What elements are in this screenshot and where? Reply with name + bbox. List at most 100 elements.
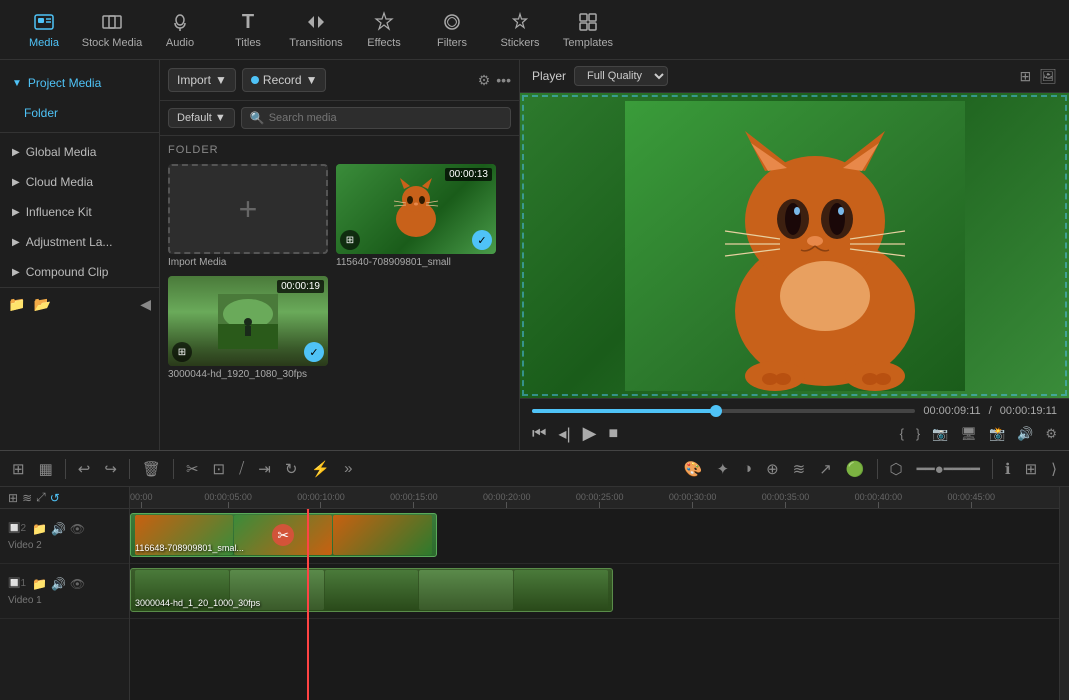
import-folder-button[interactable]: 📂 [33, 296, 50, 313]
track2-eye-icon[interactable]: 👁 [70, 522, 85, 536]
ai-tools-button[interactable]: ✦ [712, 458, 733, 480]
toolbar-stock-media[interactable]: Stock Media [78, 2, 146, 57]
sidebar-item-compound-clip[interactable]: ▶ Compound Clip [0, 257, 159, 287]
toolbar-transitions[interactable]: Transitions [282, 2, 350, 57]
toolbar-media[interactable]: Media [10, 2, 78, 57]
toolbar-stickers[interactable]: Stickers [486, 2, 554, 57]
speed-button[interactable]: ⚡ [307, 458, 334, 480]
import-media-thumb[interactable]: + [168, 164, 328, 254]
frame-back-button[interactable]: ◂| [558, 424, 570, 444]
monitor-icon[interactable]: 🖥 [960, 426, 977, 442]
track-icon-3[interactable]: ⤢ [36, 490, 46, 505]
toolbar-effects[interactable]: Effects [350, 2, 418, 57]
color-button[interactable]: 🎨 [680, 458, 707, 480]
skip-back-button[interactable]: ⏮ [532, 425, 546, 443]
mark-out-button[interactable]: } [916, 426, 920, 441]
media-panel: Import ▼ Record ▼ ⚙ ••• Default ▼ 🔍 [160, 60, 520, 450]
mask-button[interactable]: ◑ [739, 458, 756, 479]
track-icon-1[interactable]: ⊞ [8, 491, 18, 505]
info-button[interactable]: ℹ [1001, 458, 1015, 480]
camera-icon[interactable]: 📷 [932, 426, 948, 442]
sidebar-item-cloud-media[interactable]: ▶ Cloud Media [0, 167, 159, 197]
snapshot-icon[interactable]: 📸 [989, 426, 1005, 442]
playback-right-controls: { } 📷 🖥 📸 🔊 ⚙ [900, 426, 1057, 442]
audio-icon [168, 10, 192, 34]
default-sort-button[interactable]: Default ▼ [168, 108, 235, 128]
auto-scroll-icon[interactable]: ↺ [50, 491, 60, 505]
more-icon[interactable]: ••• [496, 72, 511, 89]
toolbar-titles[interactable]: T Titles [214, 2, 282, 57]
toolbar-audio[interactable]: Audio [146, 2, 214, 57]
new-folder-button[interactable]: 📁 [8, 296, 25, 313]
sidebar-item-influence-kit[interactable]: ▶ Influence Kit [0, 197, 159, 227]
track-icon-2[interactable]: ≋ [22, 491, 32, 505]
clip-outdoor-video[interactable]: 3000044-hd_1_20_1000_30fps [130, 568, 613, 612]
sidebar-item-global-media[interactable]: ▶ Global Media [0, 137, 159, 167]
filter-icon[interactable]: ⚙ [478, 72, 491, 89]
track1-folder-icon[interactable]: 📁 [32, 577, 47, 591]
ruler-tick-3 [413, 502, 414, 508]
ripple-button[interactable]: ⇥ [254, 458, 275, 480]
ruler-mark-8: 00:00:40:00 [855, 492, 903, 508]
timeline-grid-icon[interactable]: ▦ [35, 458, 57, 480]
undo-button[interactable]: ↩ [74, 458, 95, 480]
cat-video-thumb[interactable]: 00:00:13 ⊞ ✓ [336, 164, 496, 254]
ruler-tick-6 [692, 502, 693, 508]
sidebar-item-folder[interactable]: Folder [0, 98, 159, 128]
compound-clip-label: Compound Clip [26, 265, 109, 279]
motion-button[interactable]: ↗ [815, 458, 836, 480]
clip-cat-video[interactable]: 116648-708909801_smal... ✂ [130, 513, 437, 557]
track1-eye-icon[interactable]: 👁 [70, 577, 85, 591]
stabilize-button[interactable]: ⊕ [762, 458, 783, 480]
more-timeline-button[interactable]: » [340, 458, 356, 479]
shape-button[interactable]: ⬡ [886, 458, 907, 480]
timeline-layout-icon[interactable]: ⊞ [8, 458, 29, 480]
grid-view-icon[interactable]: ⊞ [340, 230, 360, 250]
layout-toggle-button[interactable]: ⊞ [1021, 458, 1042, 480]
search-input[interactable] [269, 112, 502, 124]
sidebar-item-adjustment[interactable]: ▶ Adjustment La... [0, 227, 159, 257]
audio-eq-button[interactable]: ≋ [789, 458, 810, 480]
ruler-tick-7 [785, 502, 786, 508]
delete-button[interactable]: 🗑 [138, 458, 165, 480]
current-time: 00:00:09:11 [923, 405, 980, 417]
outdoor-thumb-5 [514, 570, 608, 610]
screenshot-icon[interactable]: 🖼 [1039, 68, 1057, 85]
track1-controls: 🔲1 📁 🔊 👁 Video 1 [8, 577, 121, 606]
time-separator: / [989, 405, 992, 417]
mark-in-button[interactable]: { [900, 426, 904, 441]
volume-icon[interactable]: 🔊 [1017, 426, 1033, 442]
cut-button[interactable]: ✂ [182, 458, 203, 480]
settings-icon[interactable]: ⚙ [1045, 426, 1057, 442]
top-toolbar: Media Stock Media Audio T Titles [0, 0, 1069, 60]
rotate-button[interactable]: ↻ [281, 458, 302, 480]
outdoor-grid-icon[interactable]: ⊞ [172, 342, 192, 362]
stop-button[interactable]: ■ [608, 425, 618, 443]
folder-section-label: FOLDER [168, 144, 511, 156]
import-button[interactable]: Import ▼ [168, 68, 236, 92]
split-button[interactable]: ⧸ [235, 458, 248, 479]
progress-bar[interactable] [532, 409, 915, 413]
track2-controls: 🔲2 📁 🔊 👁 Video 2 [8, 522, 121, 551]
timeline-scrollbar[interactable] [1059, 487, 1069, 700]
layout-grid-icon[interactable]: ⊞ [1019, 68, 1031, 85]
sidebar-item-project-media[interactable]: ▼ Project Media [0, 68, 159, 98]
play-button[interactable]: ▶ [583, 423, 597, 444]
volume-bar[interactable]: ━━●━━━━ [913, 458, 984, 480]
media-filter-bar: Default ▼ 🔍 [160, 101, 519, 136]
toolbar-templates[interactable]: Templates [554, 2, 622, 57]
timeline-area: ⊞ ▦ ↩ ↪ 🗑 ✂ ⊡ ⧸ ⇥ ↻ ⚡ » 🎨 ✦ ◑ ⊕ ≋ ↗ 🟢 ⬡ … [0, 450, 1069, 700]
collapse-button[interactable]: ◀ [140, 296, 151, 313]
toolbar-filters[interactable]: Filters [418, 2, 486, 57]
track2-folder-icon[interactable]: 📁 [32, 522, 47, 536]
expand-button[interactable]: ⟩ [1047, 458, 1061, 480]
outdoor-video-thumb[interactable]: 00:00:19 ⊞ ✓ [168, 276, 328, 366]
redo-button[interactable]: ↪ [100, 458, 121, 480]
record-button[interactable]: Record ▼ [242, 68, 327, 92]
trim-button[interactable]: ⊡ [209, 458, 230, 480]
track1-audio-icon[interactable]: 🔊 [51, 577, 66, 591]
search-icon: 🔍 [250, 111, 265, 125]
quality-select[interactable]: Full Quality 1/2 Quality 1/4 Quality [574, 66, 668, 86]
track2-audio-icon[interactable]: 🔊 [51, 522, 66, 536]
green-screen-button[interactable]: 🟢 [842, 458, 869, 480]
